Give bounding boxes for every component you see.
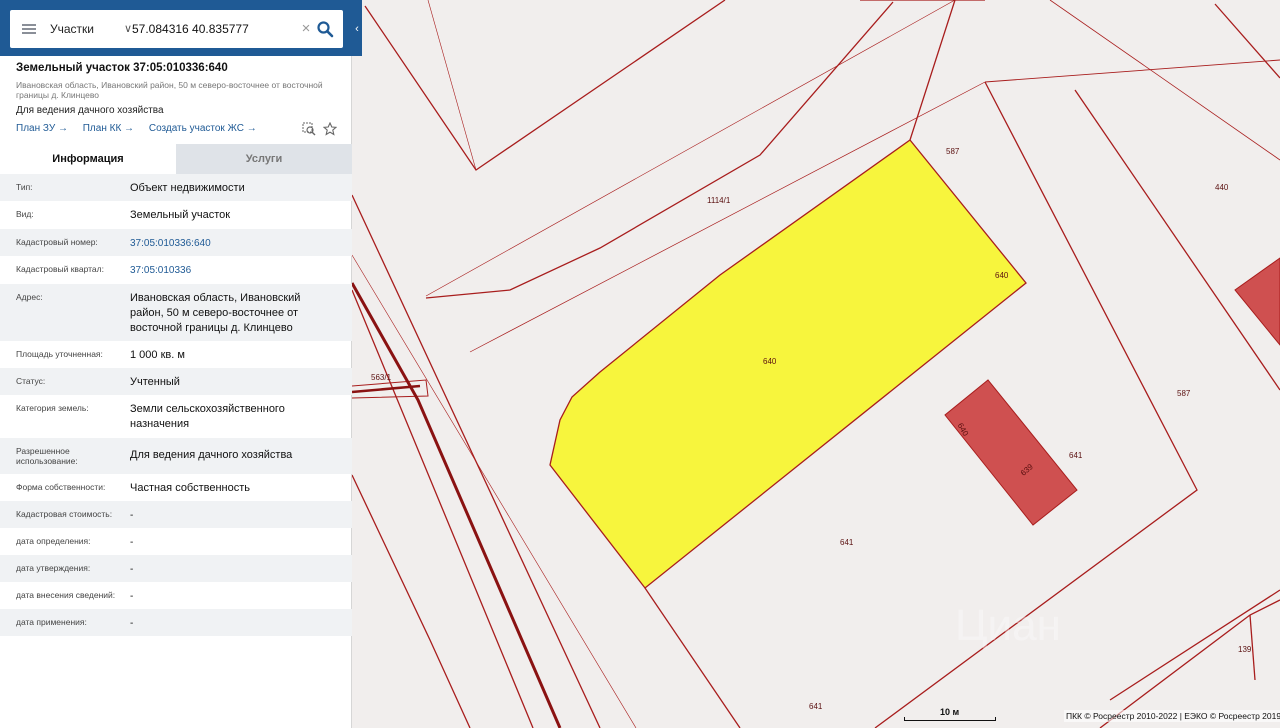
attr-key: Тип: xyxy=(16,182,33,192)
attr-row-permitted-use: Разрешенное использование: Для ведения д… xyxy=(0,438,352,474)
attr-row-cadastral-quarter: Кадастровый квартал: 37:05:010336 xyxy=(0,256,352,284)
star-icon[interactable] xyxy=(323,122,337,136)
attr-row-date-determined: дата определения: - xyxy=(0,528,352,555)
attr-key: Кадастровый квартал: xyxy=(16,264,104,274)
map-label-641-bottom: 641 xyxy=(809,702,823,711)
attr-value: Для ведения дачного хозяйства xyxy=(130,449,293,461)
object-title: Земельный участок 37:05:010336:640 xyxy=(16,62,228,74)
attr-row-ownership: Форма собственности: Частная собственнос… xyxy=(0,474,352,501)
layer-select[interactable]: Участки ∨ xyxy=(50,10,132,48)
map-label-1114-1: 1114/1 xyxy=(707,196,731,205)
attr-value: - xyxy=(130,510,134,521)
link-plan-zu[interactable]: План ЗУ → xyxy=(16,123,68,134)
attr-key: Разрешенное использование: xyxy=(16,446,78,466)
map-label-440: 440 xyxy=(1215,183,1229,192)
map-label-587-right: 587 xyxy=(1177,389,1191,398)
attr-key: Форма собственности: xyxy=(16,482,106,492)
object-address: Ивановская область, Ивановский район, 50… xyxy=(16,80,323,100)
collapse-panel-button[interactable]: ‹ xyxy=(352,10,362,48)
zoom-to-object-icon[interactable] xyxy=(302,122,316,136)
tab-information[interactable]: Информация xyxy=(0,144,176,174)
attr-key: Кадастровый номер: xyxy=(16,237,98,247)
attr-value: Ивановская область, Ивановский район, 50… xyxy=(130,292,301,334)
attr-value: Объект недвижимости xyxy=(130,182,245,194)
info-panel: Участки ∨ × Земельный участок 37:05:0103… xyxy=(0,0,362,728)
attr-value: Учтенный xyxy=(130,376,180,388)
attr-value: - xyxy=(130,564,134,575)
attr-row-date-applied: дата применения: - xyxy=(0,609,352,636)
map-label-563-1: 563/1 xyxy=(371,373,392,382)
attr-row-type: Тип: Объект недвижимости xyxy=(0,174,352,201)
map-label-641-center: 641 xyxy=(840,538,854,547)
map-label-139: 139 xyxy=(1238,645,1252,654)
attr-key: дата определения: xyxy=(16,536,91,546)
copyright: ПКК © Росреестр 2010-2022 | ЕЭКО © Росре… xyxy=(1064,710,1280,722)
attr-key: дата внесения сведений: xyxy=(16,590,116,600)
search-icon[interactable] xyxy=(316,20,334,38)
search-box: Участки ∨ × xyxy=(10,10,343,48)
link-create-parcel[interactable]: Создать участок ЖС → xyxy=(149,123,257,134)
attr-key: дата утверждения: xyxy=(16,563,91,573)
attr-key: Статус: xyxy=(16,376,46,386)
attr-key: Площадь уточненная: xyxy=(16,349,103,359)
object-use: Для ведения дачного хозяйства xyxy=(16,105,164,116)
attr-key: дата применения: xyxy=(16,617,87,627)
attr-row-date-entered: дата внесения сведений: - xyxy=(0,582,352,609)
scale-bar xyxy=(904,717,996,721)
attr-row-area: Площадь уточненная: 1 000 кв. м xyxy=(0,341,352,368)
menu-icon[interactable] xyxy=(22,24,36,34)
attr-key: Адрес: xyxy=(16,292,43,302)
svg-text:Циан: Циан xyxy=(955,601,1061,650)
attr-row-date-approved: дата утверждения: - xyxy=(0,555,352,582)
attr-row-address: Адрес: Ивановская область, Ивановский ра… xyxy=(0,284,352,341)
attr-value: - xyxy=(130,618,134,629)
attr-value: Частная собственность xyxy=(130,482,251,494)
attr-row-cadastral-number: Кадастровый номер: 37:05:010336:640 xyxy=(0,229,352,256)
attr-value: - xyxy=(130,591,134,602)
tab-bar: Информация Услуги xyxy=(0,144,352,174)
chevron-down-icon: ∨ xyxy=(124,23,133,35)
attr-value: 1 000 кв. м xyxy=(130,349,185,361)
scale-label: 10 м xyxy=(940,707,960,717)
attr-value: Земли сельскохозяйственного назначения xyxy=(130,403,285,430)
cadastral-number-link[interactable]: 37:05:010336:640 xyxy=(130,236,330,251)
attr-key: Категория земель: xyxy=(16,403,89,413)
map-label-640: 640 xyxy=(995,271,1009,280)
map-label-640-center: 640 xyxy=(763,357,777,366)
attr-row-cadastral-value: Кадастровая стоимость: - xyxy=(0,501,352,528)
map-label-587: 587 xyxy=(946,147,960,156)
object-links: План ЗУ → План КК → Создать участок ЖС → xyxy=(16,123,269,134)
search-bar: Участки ∨ × xyxy=(0,0,362,56)
map-label-641: 641 xyxy=(1069,451,1083,460)
cadastral-quarter-link[interactable]: 37:05:010336 xyxy=(130,263,330,278)
attr-key: Вид: xyxy=(16,209,34,219)
attr-row-status: Статус: Учтенный xyxy=(0,368,352,395)
link-plan-kk[interactable]: План КК → xyxy=(83,123,134,134)
attr-value: Земельный участок xyxy=(130,209,231,221)
layer-select-label: Участки xyxy=(50,22,94,36)
attr-row-land-category: Категория земель: Земли сельскохозяйстве… xyxy=(0,395,352,438)
clear-icon[interactable]: × xyxy=(299,20,313,38)
search-input[interactable] xyxy=(132,18,292,40)
attr-key: Кадастровая стоимость: xyxy=(16,509,113,519)
attr-row-kind: Вид: Земельный участок xyxy=(0,201,352,229)
attr-value: - xyxy=(130,537,134,548)
tab-services[interactable]: Услуги xyxy=(176,144,352,174)
